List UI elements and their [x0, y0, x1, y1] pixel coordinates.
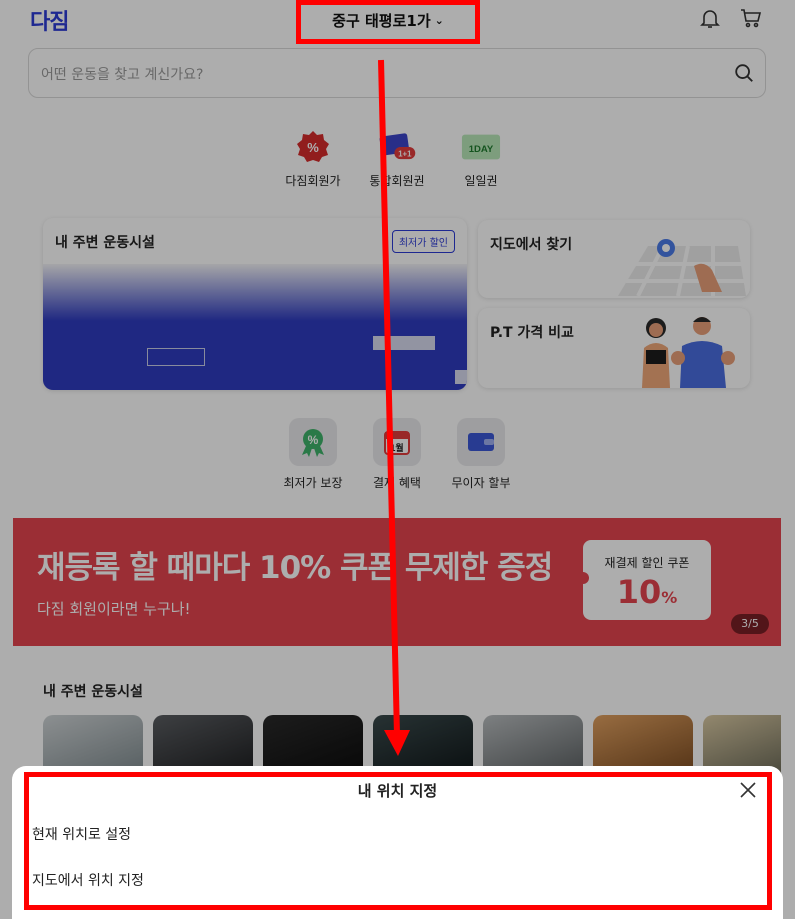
annotation-arrow: [378, 59, 410, 756]
